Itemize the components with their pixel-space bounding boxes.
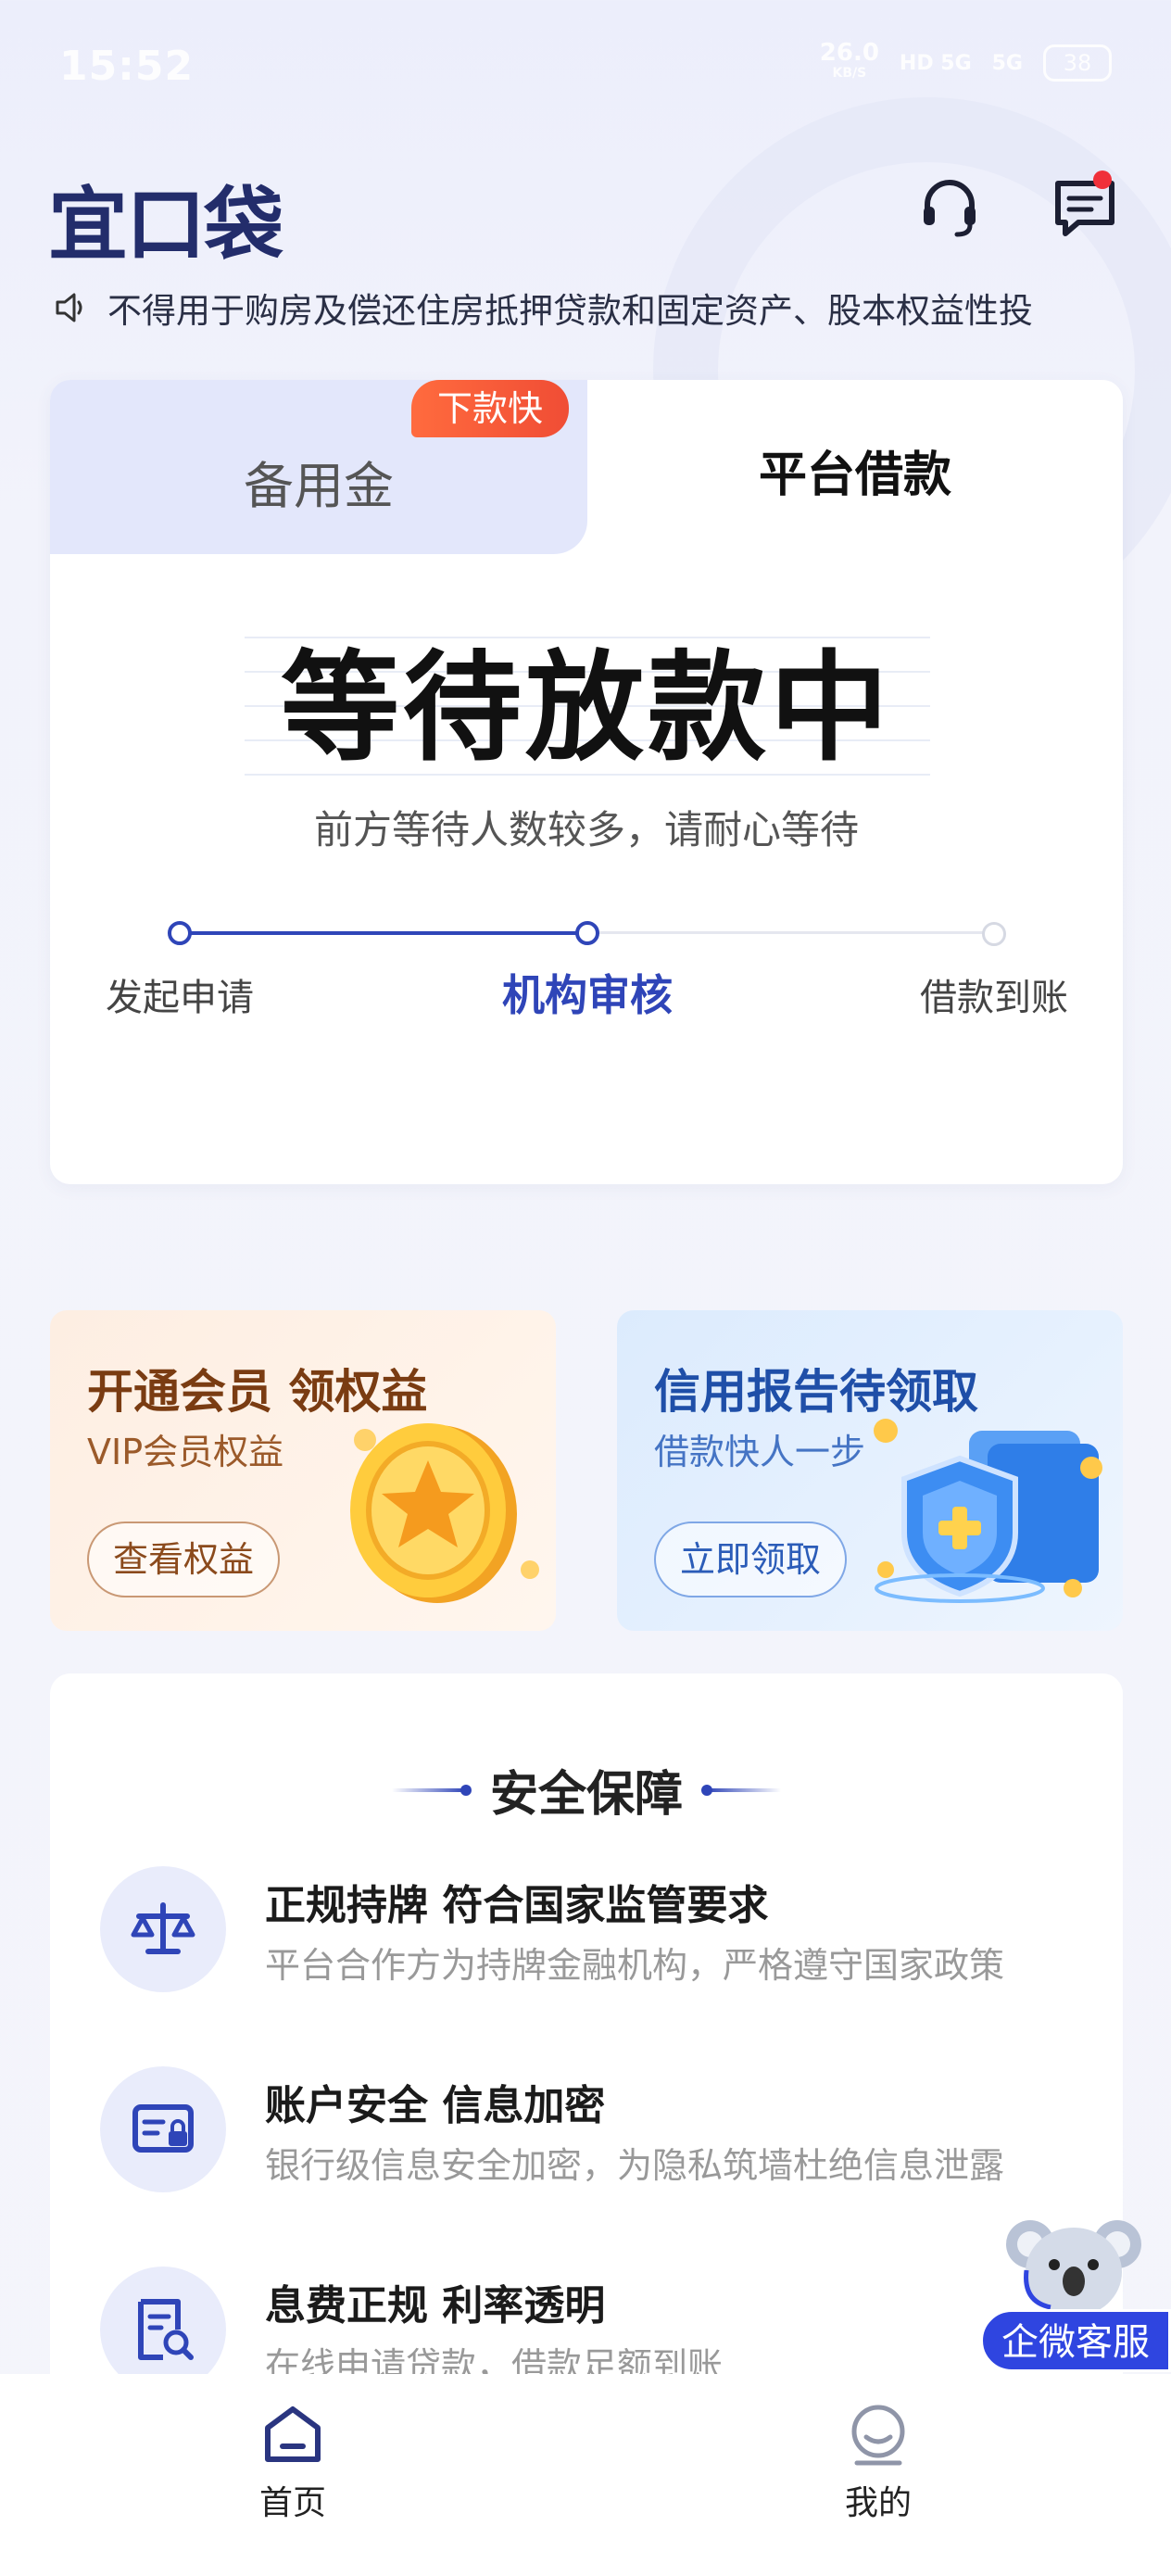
scale-icon bbox=[100, 1866, 226, 1992]
security-title: 安全保障 bbox=[489, 1767, 683, 1823]
wecom-service-label[interactable]: 企微客服 bbox=[980, 2309, 1171, 2372]
credit-report-promo-card[interactable]: 信用报告待领取 借款快人一步 立即领取 bbox=[617, 1310, 1123, 1631]
view-benefits-button[interactable]: 查看权益 bbox=[87, 1522, 281, 1597]
title-decoration-left bbox=[391, 1784, 472, 1796]
loan-status-subtitle: 前方等待人数较多，请耐心等待 bbox=[313, 807, 859, 852]
step-label-apply: 发起申请 bbox=[106, 977, 254, 1019]
loan-status-title: 等待放款中 bbox=[280, 639, 892, 777]
security-item: 账户安全 信息加密 银行级信息安全加密，为隐私筑墙杜绝信息泄露 bbox=[100, 2066, 1082, 2215]
fast-loan-badge: 下款快 bbox=[411, 380, 570, 437]
step-label-arrival: 借款到账 bbox=[920, 977, 1068, 1019]
headset-icon bbox=[924, 180, 976, 237]
security-item: 正规持牌 符合国家监管要求 平台合作方为持牌金融机构，严格遵守国家政策 bbox=[100, 1866, 1082, 2014]
unread-badge bbox=[1093, 170, 1112, 189]
bottom-navigation: 首页 我的 bbox=[0, 2374, 1171, 2576]
step-label-review: 机构审核 bbox=[502, 970, 673, 1020]
step-dot-apply bbox=[168, 921, 192, 945]
battery-icon: 38 bbox=[1043, 44, 1112, 82]
security-item-title: 账户安全 信息加密 bbox=[265, 2082, 606, 2129]
profile-icon bbox=[851, 2405, 905, 2466]
step-dot-review bbox=[575, 921, 599, 945]
notice-text: 不得用于购房及偿还住房抵押贷款和固定资产、股本权益性投 bbox=[107, 291, 1033, 331]
vip-promo-card[interactable]: 开通会员 领权益 VIP会员权益 查看权益 bbox=[50, 1310, 556, 1631]
gold-star-coin-icon bbox=[350, 1423, 539, 1603]
koala-mascot-icon bbox=[1006, 2220, 1141, 2317]
nav-mine-label: 我的 bbox=[844, 2484, 912, 2522]
network-speed: 26.0 KB/S bbox=[819, 39, 879, 81]
claim-now-button[interactable]: 立即领取 bbox=[654, 1522, 848, 1597]
tab-standby-fund-label[interactable]: 备用金 bbox=[50, 445, 587, 518]
promo-subtitle: 借款快人一步 bbox=[654, 1432, 866, 1472]
status-bar: 15:52 26.0 KB/S HD 5G 5G 38 bbox=[0, 0, 1171, 139]
nav-home[interactable]: 首页 bbox=[200, 2402, 385, 2524]
app-logo: 宜口袋 bbox=[48, 179, 283, 271]
notice-bar[interactable]: 不得用于购房及偿还住房抵押贷款和固定资产、股本权益性投 bbox=[52, 280, 1127, 335]
step-dot-arrival bbox=[982, 922, 1006, 946]
security-item-title: 正规持牌 符合国家监管要求 bbox=[265, 1882, 769, 1929]
wecom-service-float-button[interactable]: 企微客服 bbox=[980, 2205, 1171, 2372]
promo-subtitle: VIP会员权益 bbox=[87, 1432, 284, 1472]
security-item-desc: 银行级信息安全加密，为隐私筑墙杜绝信息泄露 bbox=[265, 2145, 1005, 2186]
title-decoration-right bbox=[707, 1787, 781, 1792]
security-title-row: 安全保障 bbox=[50, 1755, 1123, 1825]
progress-line-todo bbox=[587, 931, 993, 934]
speaker-icon bbox=[56, 293, 82, 322]
security-item-desc: 平台合作方为持牌金融机构，严格遵守国家政策 bbox=[265, 1945, 1005, 1986]
nav-mine[interactable]: 我的 bbox=[786, 2402, 971, 2524]
shield-report-icon bbox=[874, 1419, 1102, 1603]
progress-line-done bbox=[180, 931, 587, 935]
secure-card-icon bbox=[100, 2066, 226, 2192]
signal-icon: 5G bbox=[991, 51, 1023, 75]
nav-home-label: 首页 bbox=[258, 2484, 326, 2522]
security-item-title: 息费正规 利率透明 bbox=[265, 2282, 606, 2330]
status-time: 15:52 bbox=[59, 43, 195, 90]
customer-service-button[interactable] bbox=[908, 165, 991, 248]
home-icon bbox=[265, 2406, 321, 2462]
loan-status-card: 备用金 平台借款 下款快 等待放款中 前方等待人数较多，请耐心等待 发起申请 机… bbox=[50, 380, 1123, 1184]
tab-platform-loan[interactable]: 平台借款 bbox=[587, 436, 1123, 505]
signal-icon: HD 5G bbox=[899, 51, 972, 75]
message-button[interactable] bbox=[1043, 165, 1127, 248]
status-indicators: 26.0 KB/S HD 5G 5G 38 bbox=[819, 39, 1112, 83]
